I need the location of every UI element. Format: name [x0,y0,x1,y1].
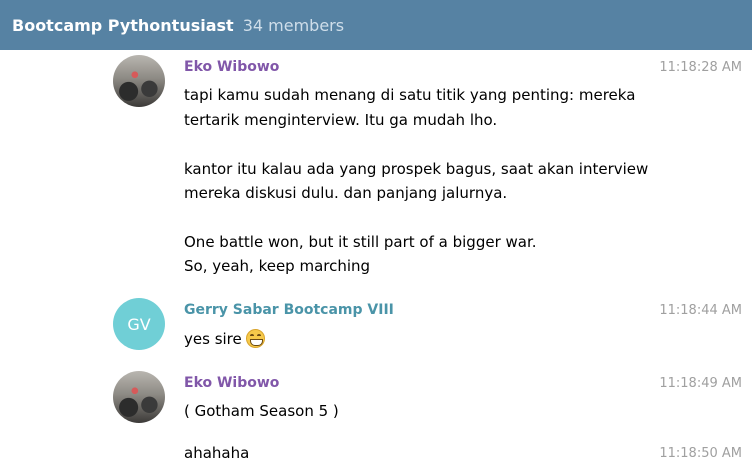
message-text-line: One battle won, but it still part of a b… [184,233,537,251]
message-text-line: tapi kamu sudah menang di satu titik yan… [184,86,636,104]
message-timestamp: 11:18:49 AM [659,376,742,391]
avatar-gerry-sabar[interactable]: GV [113,298,165,350]
author-name[interactable]: Gerry Sabar Bootcamp VIII [184,302,394,318]
message-timestamp: 11:18:28 AM [659,60,742,75]
grinning-face-icon [245,329,265,348]
chat-header[interactable]: Bootcamp Pythontusiast 34 members [0,0,752,50]
message-text-line: So, yeah, keep marching [184,257,371,275]
message-text-line: mereka diskusi dulu. dan panjang jalurny… [184,184,508,202]
author-name[interactable]: Eko Wibowo [184,375,279,391]
member-count[interactable]: 34 members [243,16,344,35]
author-name[interactable]: Eko Wibowo [184,59,279,75]
message-text-line: tertarik menginterview. Itu ga mudah lho… [184,111,498,129]
message-timestamp: 11:18:44 AM [659,303,742,318]
message-text: yes sire [184,329,265,348]
avatar-initials: GV [127,314,151,334]
message-text: ahahaha [184,444,250,462]
message-timestamp: 11:18:50 AM [659,446,742,461]
message-text-content: yes sire [184,330,242,348]
message-text: ( Gotham Season 5 ) [184,402,339,420]
message-text-line: kantor itu kalau ada yang prospek bagus,… [184,160,649,178]
avatar-eko-wibowo[interactable] [113,55,165,107]
chat-title[interactable]: Bootcamp Pythontusiast [12,16,234,35]
avatar-eko-wibowo[interactable] [113,371,165,423]
